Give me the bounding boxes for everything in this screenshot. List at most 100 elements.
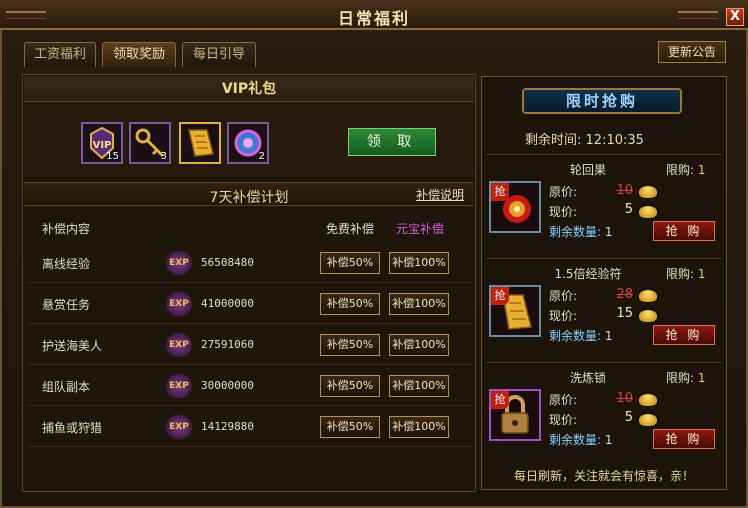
vip-item-count: 15 <box>106 151 119 162</box>
key-item-count: 3 <box>160 151 167 162</box>
col-ingot-header: 元宝补偿 <box>396 222 445 236</box>
buy-button[interactable]: 抢 购 <box>653 429 715 449</box>
table-row: 护送海美人 EXP 27591060 补偿50% 补偿100% <box>28 325 472 365</box>
original-price-label: 原价: <box>549 289 578 303</box>
row-name: 护送海美人 <box>42 339 103 353</box>
sale-item-name: 1.5倍经验符 <box>554 267 622 281</box>
compensation-help-link[interactable]: 补偿说明 <box>416 186 464 203</box>
row-name: 组队副本 <box>42 380 91 394</box>
flash-tag: 抢 <box>491 287 509 305</box>
gem-orb-icon[interactable]: 2 <box>227 122 269 164</box>
update-notice-button[interactable]: 更新公告 <box>658 41 726 63</box>
sale-item-name: 轮回果 <box>569 163 606 177</box>
current-price: 5 <box>624 202 633 217</box>
remaining-time-value: 12:10:35 <box>585 133 644 148</box>
row-name: 捕鱼或狩猎 <box>42 421 103 435</box>
purchase-limit: 限购: 1 <box>666 371 706 385</box>
gem-item-count: 2 <box>258 151 265 162</box>
current-price-label: 现价: <box>549 413 578 427</box>
close-button[interactable]: X <box>726 8 744 26</box>
exp-icon: EXP <box>166 415 192 439</box>
original-price-label: 原价: <box>549 185 578 199</box>
plan-title: 7天补偿计划 <box>209 190 289 206</box>
flash-tag: 抢 <box>491 391 509 409</box>
purchase-limit: 限购: 1 <box>666 163 706 177</box>
remaining-quantity: 剩余数量: 1 <box>549 225 613 239</box>
original-price: 10 <box>616 183 633 198</box>
col-content-header: 补偿内容 <box>42 222 91 236</box>
purchase-limit: 限购: 1 <box>666 267 706 281</box>
free-compensate-button[interactable]: 补偿50% <box>320 252 380 274</box>
flash-sale-banner: 限时抢购 <box>522 88 682 114</box>
remaining-time: 剩余时间: 12:10:35 <box>525 129 644 148</box>
golden-key-icon[interactable]: 3 <box>129 122 171 164</box>
remaining-quantity: 剩余数量: 1 <box>549 433 613 447</box>
ingot-compensate-button[interactable]: 补偿100% <box>389 416 449 438</box>
free-compensate-button[interactable]: 补偿50% <box>320 375 380 397</box>
vip-gift-header: VIP礼包 <box>24 76 474 102</box>
tab-daily-guide[interactable]: 每日引导 <box>182 42 256 67</box>
daily-refresh-note: 每日刷新，关注就会有惊喜，亲！ <box>513 469 694 483</box>
remaining-time-label: 剩余时间: <box>525 133 582 148</box>
ingot-compensate-button[interactable]: 补偿100% <box>389 293 449 315</box>
row-value: 14129880 <box>201 420 254 433</box>
table-row: 组队副本 EXP 30000000 补偿50% 补偿100% <box>28 366 472 406</box>
row-value: 27591060 <box>201 338 254 351</box>
original-price: 10 <box>616 391 633 406</box>
original-price-label: 原价: <box>549 393 578 407</box>
free-compensate-button[interactable]: 补偿50% <box>320 293 380 315</box>
current-price: 5 <box>624 410 633 425</box>
exp-icon: EXP <box>166 333 192 357</box>
window-title: 日常福利 <box>337 9 410 28</box>
exp-scroll-icon[interactable]: 抢 <box>489 285 541 337</box>
exp-icon: EXP <box>166 251 192 275</box>
ingot-icon <box>639 310 657 322</box>
svg-text:VIP: VIP <box>93 140 112 151</box>
ingot-compensate-button[interactable]: 补偿100% <box>389 334 449 356</box>
remaining-quantity-label: 剩余数量: <box>549 329 602 343</box>
tab-claim-rewards[interactable]: 领取奖励 <box>102 42 176 67</box>
claim-button[interactable]: 领 取 <box>348 128 436 156</box>
free-compensate-button[interactable]: 补偿50% <box>320 416 380 438</box>
title-ornament-right <box>678 11 718 19</box>
reincarnation-fruit-icon[interactable]: 抢 <box>489 181 541 233</box>
table-row: 捕鱼或狩猎 EXP 14129880 补偿50% 补偿100% <box>28 407 472 447</box>
buy-button[interactable]: 抢 购 <box>653 221 715 241</box>
current-price-label: 现价: <box>549 205 578 219</box>
row-name: 离线经验 <box>42 257 91 271</box>
ingot-icon <box>639 186 657 198</box>
vip-badge-icon[interactable]: VIP 15 <box>81 122 123 164</box>
tab-salary-welfare[interactable]: 工资福利 <box>24 42 96 67</box>
row-name: 悬赏任务 <box>42 298 91 312</box>
current-price-label: 现价: <box>549 309 578 323</box>
refine-lock-icon[interactable]: 抢 <box>489 389 541 441</box>
ingot-icon <box>639 394 657 406</box>
ingot-compensate-button[interactable]: 补偿100% <box>389 252 449 274</box>
scroll-icon[interactable] <box>179 122 221 164</box>
buy-button[interactable]: 抢 购 <box>653 325 715 345</box>
sale-item: 1.5倍经验符 限购: 1 抢 原价: 28 现价: 15 剩余数量: 1 抢 … <box>486 258 722 362</box>
ingot-compensate-button[interactable]: 补偿100% <box>389 375 449 397</box>
compensation-plan-header: 7天补偿计划 补偿说明 <box>24 182 474 206</box>
ingot-icon <box>639 414 657 426</box>
table-row: 离线经验 EXP 56508480 补偿50% 补偿100% <box>28 243 472 283</box>
sale-item: 洗炼锁 限购: 1 抢 原价: 10 现价: 5 剩余数量: 1 抢 购 <box>486 362 722 466</box>
ingot-icon <box>639 206 657 218</box>
row-value: 30000000 <box>201 379 254 392</box>
remaining-quantity-label: 剩余数量: <box>549 433 602 447</box>
ingot-icon <box>639 290 657 302</box>
col-free-header: 免费补偿 <box>326 222 375 236</box>
exp-icon: EXP <box>166 374 192 398</box>
row-value: 56508480 <box>201 256 254 269</box>
table-row: 悬赏任务 EXP 41000000 补偿50% 补偿100% <box>28 284 472 324</box>
original-price: 28 <box>616 287 633 302</box>
current-price: 15 <box>616 306 633 321</box>
row-value: 41000000 <box>201 297 254 310</box>
title-bar: 日常福利 X <box>0 0 748 30</box>
free-compensate-button[interactable]: 补偿50% <box>320 334 380 356</box>
sale-item: 轮回果 限购: 1 抢 原价: 10 现价: 5 剩余数量: 1 抢 购 <box>486 154 722 258</box>
remaining-quantity: 剩余数量: 1 <box>549 329 613 343</box>
remaining-quantity-label: 剩余数量: <box>549 225 602 239</box>
sale-item-name: 洗炼锁 <box>569 371 606 385</box>
exp-icon: EXP <box>166 292 192 316</box>
